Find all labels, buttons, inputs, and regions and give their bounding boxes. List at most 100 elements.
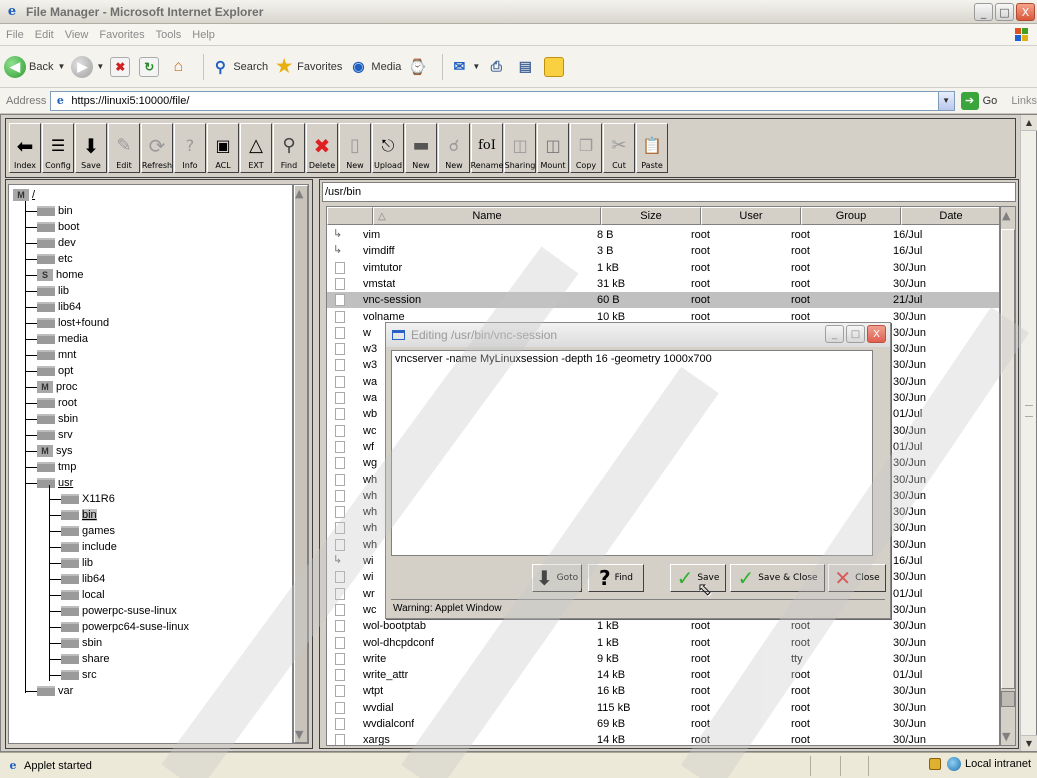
mail-button[interactable]: ✉ ▼ (449, 57, 481, 77)
media-button[interactable]: ◉ Media (348, 57, 401, 77)
address-input[interactable]: e https://linuxi5:10000/file/ ▼ (50, 90, 955, 111)
edit-button[interactable]: ✎ Edit (108, 123, 140, 173)
file-row[interactable]: wvdialconf 69 kB root root 30/Jun (327, 716, 999, 732)
mount-button[interactable]: ◫ Mount (537, 123, 569, 173)
size-column-header[interactable]: Size (601, 207, 701, 225)
file-row[interactable]: ↳ vimdiff 3 B root root 16/Jul (327, 243, 999, 259)
find-button[interactable]: ⚲ Find (273, 123, 305, 173)
file-list-scroll-thumb[interactable] (1001, 229, 1015, 689)
tree-item[interactable]: lib (61, 555, 93, 571)
refresh-applet-button[interactable]: ⟳ Refresh (141, 123, 173, 173)
tree-item[interactable]: lost+found (37, 315, 109, 331)
cut-button[interactable]: ✂ Cut (603, 123, 635, 173)
upload-button[interactable]: ⎋ Upload (372, 123, 404, 173)
refresh-button[interactable]: ↻ (139, 56, 162, 77)
group-column-header[interactable]: Group (801, 207, 901, 225)
file-row[interactable]: write_attr 14 kB root root 01/Jul (327, 667, 999, 683)
file-row[interactable]: wol-dhcpdconf 1 kB root root 30/Jun (327, 635, 999, 651)
messenger-button[interactable] (544, 56, 567, 77)
user-column-header[interactable]: User (701, 207, 801, 225)
file-row[interactable]: wtpt 16 kB root root 30/Jun (327, 683, 999, 699)
scroll-up-icon[interactable]: ▲ (1002, 209, 1010, 222)
editor-textarea[interactable]: vncserver -name MyLinuxsession -depth 16… (391, 350, 873, 556)
editor-minimize-button[interactable]: _ (825, 325, 844, 343)
tree-item[interactable]: powerpc64-suse-linux (61, 619, 189, 635)
browser-scrollbar[interactable]: ▲ ▼ (1020, 115, 1037, 751)
forward-button[interactable]: ▶ ▼ (71, 55, 104, 78)
tree-item[interactable]: srv (37, 427, 73, 443)
save-close-button[interactable]: ✓ Save & Close (730, 564, 825, 592)
close-editor-button[interactable]: ✕ Close (828, 564, 886, 592)
home-button[interactable]: ⌂ (168, 57, 191, 77)
goto-button[interactable]: ⬇ Goto (532, 564, 582, 592)
tree-item[interactable]: usr (37, 475, 73, 491)
icon-column-header[interactable] (327, 207, 373, 225)
back-button[interactable]: ◀ Back ▼ (4, 55, 65, 78)
tree-item[interactable]: share (61, 651, 110, 667)
minimize-button[interactable]: _ (974, 3, 993, 21)
file-row[interactable]: vnc-session 60 B root root 21/Jul (327, 292, 999, 309)
ext-button[interactable]: △ EXT (240, 123, 272, 173)
maximize-button[interactable]: □ (995, 3, 1014, 21)
favorites-button[interactable]: ★ Favorites (274, 56, 342, 77)
tree-scroll-thumb[interactable] (294, 185, 308, 743)
directory-tree[interactable]: M / bin boot dev etc Shome lib lib64 lost+found me… (8, 184, 293, 744)
tree-item[interactable]: powerpc-suse-linux (61, 603, 177, 619)
menu-edit[interactable]: Edit (35, 29, 54, 41)
menu-tools[interactable]: Tools (156, 29, 182, 41)
rename-button[interactable]: foI Rename (471, 123, 503, 173)
tree-item[interactable]: lib (37, 283, 69, 299)
copy-button[interactable]: ❐ Copy (570, 123, 602, 173)
tree-item[interactable]: media (37, 331, 88, 347)
tree-item[interactable]: local (61, 587, 105, 603)
acl-button[interactable]: ▣ ACL (207, 123, 239, 173)
menu-file[interactable]: File (6, 29, 24, 41)
tree-scrollbar[interactable]: ▲ ▼ (293, 184, 309, 744)
file-row[interactable]: write 9 kB root tty 30/Jun (327, 651, 999, 667)
paste-button[interactable]: 📋 Paste (636, 123, 668, 173)
date-column-header[interactable]: Date (901, 207, 999, 225)
address-dropdown-icon[interactable]: ▼ (937, 91, 954, 110)
new-link-button[interactable]: ☌ New (438, 123, 470, 173)
scroll-up-icon[interactable]: ▲ (1021, 115, 1037, 131)
tree-item[interactable]: games (61, 523, 115, 539)
links-label[interactable]: Links (1011, 95, 1037, 107)
file-list-scrollbar[interactable]: ▲ ▼ (1000, 206, 1016, 746)
file-row[interactable]: ↳ vim 8 B root root 16/Jul (327, 227, 999, 243)
name-column-header[interactable]: △ Name (373, 207, 601, 225)
tree-item[interactable]: lib64 (61, 571, 105, 587)
search-button[interactable]: ⚲ Search (210, 57, 268, 77)
file-list-scroll-handle[interactable] (1001, 691, 1015, 707)
tree-item[interactable]: Mproc (37, 379, 77, 395)
editor-maximize-button[interactable]: □ (846, 325, 865, 343)
file-row[interactable]: wol-bootptab 1 kB root root 30/Jun (327, 618, 999, 634)
scroll-up-icon[interactable]: ▲ (295, 187, 303, 200)
tree-item[interactable]: etc (37, 251, 73, 267)
menu-help[interactable]: Help (192, 29, 215, 41)
tree-item[interactable]: boot (37, 219, 79, 235)
new-file-button[interactable]: ▯ New (339, 123, 371, 173)
info-button[interactable]: ? Info (174, 123, 206, 173)
index-button[interactable]: ⬅ Index (9, 123, 41, 173)
tree-item[interactable]: include (61, 539, 117, 555)
tree-item[interactable]: var (37, 683, 73, 699)
file-row[interactable]: vmstat 31 kB root root 30/Jun (327, 276, 999, 292)
file-row[interactable]: vimtutor 1 kB root root 30/Jun (327, 260, 999, 276)
tree-item[interactable]: root (37, 395, 77, 411)
tree-item[interactable]: bin (37, 203, 73, 219)
print-button[interactable]: ⎙ (486, 57, 509, 77)
editor-close-window-button[interactable]: X (867, 325, 886, 343)
tree-item[interactable]: X11R6 (61, 491, 115, 507)
tree-item[interactable]: mnt (37, 347, 76, 363)
file-row[interactable]: xargs 14 kB root root 30/Jun (327, 732, 999, 745)
tree-item[interactable]: Shome (37, 267, 84, 283)
scroll-down-icon[interactable]: ▼ (1002, 730, 1010, 743)
edit-page-button[interactable]: ▤ (515, 57, 538, 77)
tree-item[interactable]: dev (37, 235, 76, 251)
tree-item[interactable]: tmp (37, 459, 76, 475)
tree-item[interactable]: bin (61, 507, 97, 523)
save-button[interactable]: ⬇ Save (75, 123, 107, 173)
stop-button[interactable]: ✖ (110, 56, 133, 77)
menu-favorites[interactable]: Favorites (99, 29, 144, 41)
tree-item[interactable]: sbin (37, 411, 78, 427)
